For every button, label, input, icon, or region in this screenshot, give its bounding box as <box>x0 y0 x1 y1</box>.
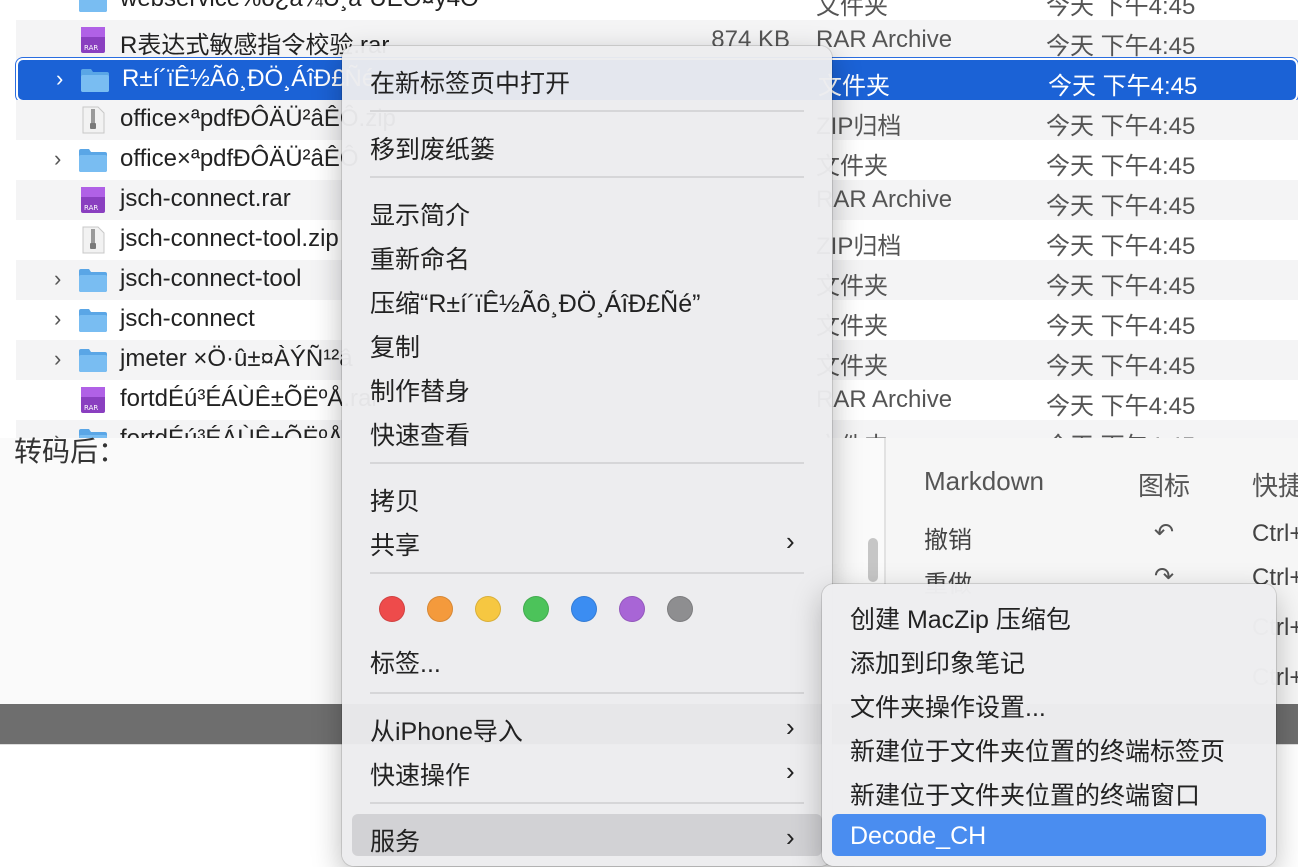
file-date: 今天 下午4:45 <box>1046 193 1196 220</box>
file-date: 今天 下午4:45 <box>1046 393 1196 420</box>
tag-orange-dot[interactable] <box>427 596 453 622</box>
chevron-right-icon: › <box>786 822 795 852</box>
zip-icon <box>78 106 108 134</box>
file-name: jsch-connect-tool <box>120 265 302 292</box>
menu-item-services[interactable]: 服务 <box>370 822 420 858</box>
tag-purple-dot[interactable] <box>619 596 645 622</box>
file-date: 今天 下午4:45 <box>1046 313 1196 340</box>
tag-red-dot[interactable] <box>379 596 405 622</box>
folder-icon <box>80 66 110 94</box>
file-name: jsch-connect-tool.zip <box>120 225 339 252</box>
document-heading: 转码后： <box>14 436 127 467</box>
chevron-right-icon: › <box>786 712 795 742</box>
file-name: jsch-connect.rar <box>120 185 291 212</box>
menu-item-rename[interactable]: 重新命名 <box>370 240 470 276</box>
folder-icon <box>78 266 108 294</box>
menu-item-copy[interactable]: 拷贝 <box>370 482 420 518</box>
file-name: fortdÉú³ÉÁÙÊ±ÕËºÅ.rar <box>120 385 380 412</box>
file-date: 今天 下午4:45 <box>1046 153 1196 180</box>
folder-icon <box>78 346 108 374</box>
file-date: 今天 下午4:45 <box>1046 233 1196 260</box>
file-kind: 文件夹 <box>816 0 888 20</box>
menu-item-compress[interactable]: 压缩“R±í´ïÊ½Ãô¸ÐÖ¸ÁîÐ£Ñé” <box>370 284 700 320</box>
tag-blue-dot[interactable] <box>571 596 597 622</box>
submenu-item-folder-actions[interactable]: 文件夹操作设置... <box>850 688 1046 724</box>
file-name: R±í´ïÊ½Ãô¸ÐÖ¸ÁîÐ£Ñé <box>122 65 376 92</box>
file-date: 今天 下午4:45 <box>1046 33 1196 60</box>
submenu-item-terminal-tab[interactable]: 新建位于文件夹位置的终端标签页 <box>850 732 1225 768</box>
scrollbar[interactable] <box>868 538 878 582</box>
table-cell-name: 撤销 <box>924 527 972 554</box>
file-date: 今天 下午4:45 <box>1046 113 1196 140</box>
file-kind: RAR Archive <box>816 186 953 213</box>
file-date: 今天 下午4:45 <box>1046 426 1195 438</box>
table-cell-shortcut: Ctrl+Z <box>1252 520 1298 547</box>
menu-item-highlight <box>352 814 822 856</box>
table-header-icon: 图标 <box>1138 471 1191 501</box>
disclosure-chevron-icon[interactable]: › <box>54 148 68 170</box>
menu-item-quick-actions[interactable]: 快速操作 <box>370 756 470 792</box>
file-date: 今天 下午4:45 <box>1046 0 1196 20</box>
submenu-item-terminal-window[interactable]: 新建位于文件夹位置的终端窗口 <box>850 776 1200 812</box>
file-kind: RAR Archive <box>816 386 953 413</box>
file-row[interactable]: webservice%ò¿ä¼Ü¸ä¨ÚÊÖ¤ÿ4Ö 文件夹 今天 下午4:45 <box>16 0 1298 20</box>
submenu-item-maczip[interactable]: 创建 MacZip 压缩包 <box>850 600 1071 636</box>
table-header-markdown: Markdown <box>924 466 1044 496</box>
file-date: 今天 下午4:45 <box>1048 73 1198 100</box>
menu-item-duplicate[interactable]: 复制 <box>370 328 420 364</box>
svg-text:RAR: RAR <box>84 204 98 212</box>
folder-icon <box>78 306 108 334</box>
menu-separator <box>370 692 804 694</box>
rar-icon: RAR <box>78 26 108 54</box>
menu-item-move-to-trash[interactable]: 移到废纸篓 <box>370 130 495 166</box>
menu-separator <box>370 176 804 178</box>
disclosure-chevron-icon[interactable]: › <box>54 348 68 370</box>
folder-icon <box>78 0 108 14</box>
table-header-shortcut: 快捷键 <box>1252 471 1298 501</box>
svg-text:RAR: RAR <box>84 404 98 412</box>
svg-text:RAR: RAR <box>84 44 98 52</box>
menu-item-quick-look[interactable]: 快速查看 <box>370 416 470 452</box>
folder-icon <box>78 146 108 174</box>
file-name: jmeter ×Ö·û±¤ÀÝÑ¹²â <box>120 345 353 372</box>
file-date: 今天 下午4:45 <box>1046 273 1196 300</box>
rar-icon: RAR <box>78 386 108 414</box>
services-submenu: 创建 MacZip 压缩包 添加到印象笔记 文件夹操作设置... 新建位于文件夹… <box>822 584 1276 866</box>
submenu-item-evernote[interactable]: 添加到印象笔记 <box>850 644 1025 680</box>
rar-icon: RAR <box>78 186 108 214</box>
context-menu: 在新标签页中打开 移到废纸篓 显示简介 重新命名 压缩“R±í´ïÊ½Ãô¸ÐÖ… <box>342 46 832 866</box>
menu-separator <box>370 802 804 804</box>
menu-item-share[interactable]: 共享 <box>370 526 420 562</box>
submenu-item-decode[interactable]: Decode_CH <box>850 822 986 851</box>
menu-item-make-alias[interactable]: 制作替身 <box>370 372 470 408</box>
file-kind: RAR Archive <box>816 26 953 53</box>
disclosure-chevron-icon[interactable]: › <box>54 308 68 330</box>
menu-separator <box>370 110 804 112</box>
file-name: office×ªpdfÐÔÄÜ²âÊÔ <box>120 145 359 172</box>
file-name: webservice%ò¿ä¼Ü¸ä¨ÚÊÖ¤ÿ4Ö <box>120 0 479 13</box>
disclosure-chevron-icon[interactable]: › <box>56 68 70 90</box>
tag-yellow-dot[interactable] <box>475 596 501 622</box>
file-name: fortdÉú³ÉÁÙÊ±ÕËºÅ <box>120 425 343 438</box>
menu-separator <box>370 462 804 464</box>
menu-separator <box>370 572 804 574</box>
menu-item-import-iphone[interactable]: 从iPhone导入 <box>370 712 523 748</box>
tag-gray-dot[interactable] <box>667 596 693 622</box>
chevron-right-icon: › <box>786 526 795 556</box>
menu-item-open-new-tab[interactable]: 在新标签页中打开 <box>370 64 570 100</box>
tag-green-dot[interactable] <box>523 596 549 622</box>
menu-item-get-info[interactable]: 显示简介 <box>370 196 470 232</box>
chevron-right-icon: › <box>786 756 795 786</box>
undo-icon: ↶ <box>1154 519 1175 546</box>
file-date: 今天 下午4:45 <box>1046 353 1196 380</box>
disclosure-chevron-icon[interactable]: › <box>54 268 68 290</box>
file-name: jsch-connect <box>120 305 255 332</box>
zip-icon <box>78 226 108 254</box>
menu-item-tags[interactable]: 标签... <box>370 644 441 680</box>
